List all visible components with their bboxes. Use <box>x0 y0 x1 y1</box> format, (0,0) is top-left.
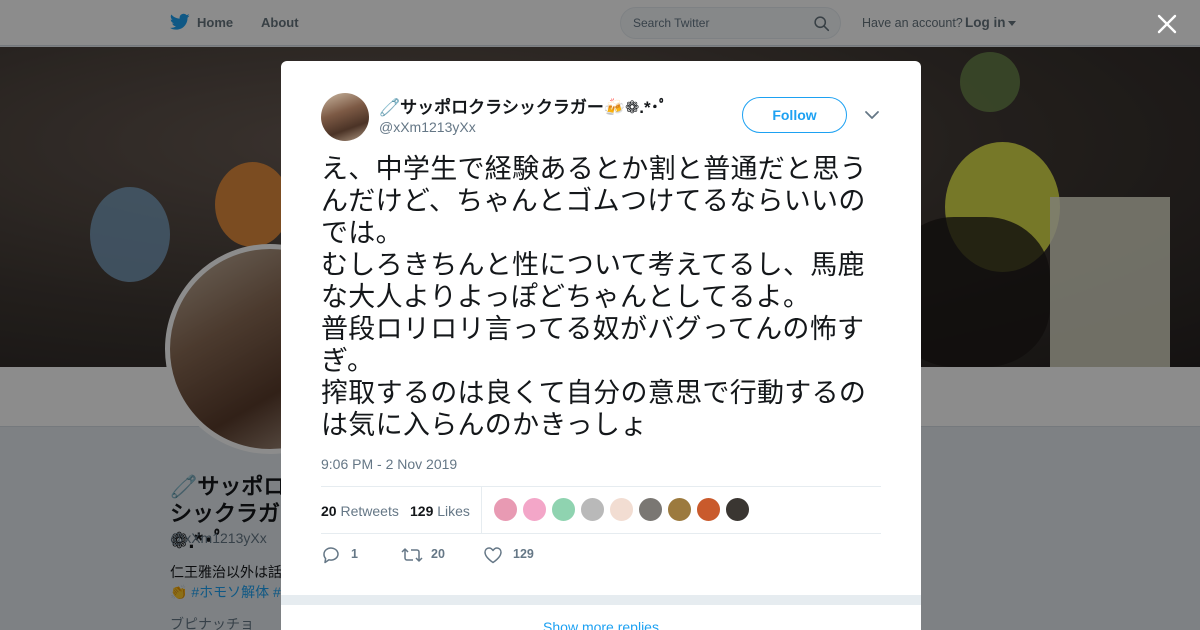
liker-avatar[interactable] <box>696 497 721 522</box>
retweets-count: 20 <box>321 503 337 519</box>
tweet-timestamp[interactable]: 9:06 PM - 2 Nov 2019 <box>321 456 457 472</box>
heart-icon <box>484 547 502 564</box>
replies-separator <box>281 595 921 605</box>
likes-stat[interactable]: 129 Likes <box>410 503 470 519</box>
likes-count: 129 <box>410 503 434 519</box>
liker-avatar[interactable] <box>725 497 750 522</box>
liker-avatar[interactable] <box>493 497 518 522</box>
stats-divider <box>481 487 482 533</box>
liker-avatar[interactable] <box>551 497 576 522</box>
likes-label: Likes <box>437 503 470 519</box>
retweet-count: 20 <box>431 547 445 561</box>
tweet-modal: 🧷サッポロクラシックラガー🍻❁.*･ﾟ @xXm1213yXx Follow え… <box>281 61 921 630</box>
tweet-actions: 1 20 129 <box>321 544 881 566</box>
liker-avatar[interactable] <box>609 497 634 522</box>
liker-avatar[interactable] <box>522 497 547 522</box>
retweets-stat[interactable]: 20 Retweets <box>321 503 399 519</box>
author-handle[interactable]: @xXm1213yXx <box>379 119 476 135</box>
author-avatar[interactable] <box>321 93 369 141</box>
author-name[interactable]: 🧷サッポロクラシックラガー🍻❁.*･ﾟ <box>379 93 668 118</box>
liker-avatar[interactable] <box>667 497 692 522</box>
retweets-label: Retweets <box>340 503 399 519</box>
like-count: 129 <box>513 547 534 561</box>
tweet-text: え、中学生で経験あるとか割と普通だと思うんだけど、ちゃんとゴムつけてるならいいの… <box>321 154 867 440</box>
like-button[interactable]: 129 <box>483 544 553 566</box>
tweet-stats: 20 Retweets 129 Likes <box>321 486 881 534</box>
reply-button[interactable]: 1 <box>321 544 371 566</box>
liker-avatar[interactable] <box>638 497 663 522</box>
retweet-button[interactable]: 20 <box>401 544 461 566</box>
chevron-down-icon[interactable] <box>864 108 880 122</box>
reply-icon <box>323 547 339 564</box>
show-more-replies-button[interactable]: Show more replies <box>281 605 921 630</box>
reply-count: 1 <box>351 547 358 561</box>
follow-button[interactable]: Follow <box>742 97 847 133</box>
liker-avatar[interactable] <box>580 497 605 522</box>
close-icon[interactable] <box>1156 13 1178 35</box>
retweet-icon <box>401 548 423 562</box>
